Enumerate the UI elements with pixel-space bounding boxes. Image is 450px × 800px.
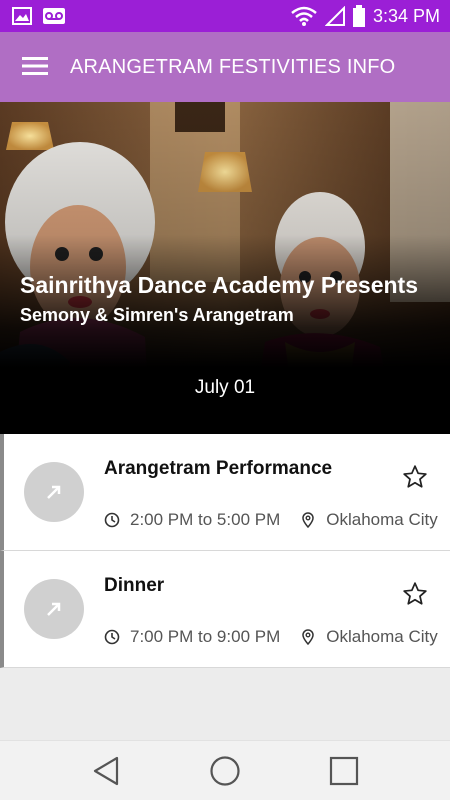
wifi-icon	[291, 6, 317, 26]
arrow-up-right-icon	[47, 602, 61, 616]
system-nav-bar	[0, 740, 450, 800]
app-bar: ARANGETRAM FESTIVITIES INFO	[0, 32, 450, 102]
event-name: Arangetram Performance	[104, 458, 333, 479]
event-time: 7:00 PM to 9:00 PM	[130, 627, 281, 646]
event-meta: 7:00 PM to 9:00 PM Oklahoma City	[104, 627, 438, 647]
recents-square-icon[interactable]	[328, 755, 360, 787]
arrow-up-right-icon	[47, 485, 61, 499]
event-meta: 2:00 PM to 5:00 PM Oklahoma City	[104, 510, 438, 530]
event-time: 2:00 PM to 5:00 PM	[130, 510, 281, 529]
event-circle	[24, 462, 84, 522]
hero-subtitle: Semony & Simren's Arangetram	[20, 305, 294, 325]
home-circle-icon[interactable]	[209, 755, 241, 787]
status-system: 3:34 PM	[291, 5, 440, 27]
image-icon	[12, 7, 32, 25]
hero-title: Sainrithya Dance Academy Presents	[20, 272, 418, 298]
event-list: Arangetram Performance 2:00 PM to 5:00 P…	[0, 434, 450, 668]
status-notifications	[12, 6, 66, 26]
back-triangle-icon[interactable]	[90, 755, 122, 787]
status-bar: 3:34 PM	[0, 0, 450, 32]
star-outline-icon[interactable]	[402, 581, 428, 607]
status-time: 3:34 PM	[372, 5, 440, 26]
event-card-dinner[interactable]: Dinner 7:00 PM to 9:00 PM Oklahoma City	[0, 551, 450, 668]
event-circle	[24, 579, 84, 639]
signal-icon	[324, 6, 345, 26]
page-title: ARANGETRAM FESTIVITIES INFO	[70, 56, 396, 78]
star-outline-icon[interactable]	[402, 464, 428, 490]
hamburger-menu-icon[interactable]	[22, 56, 48, 76]
location-pin-icon	[302, 512, 315, 528]
location-pin-icon	[302, 629, 315, 645]
event-name: Dinner	[104, 575, 165, 596]
event-card-arangetram-performance[interactable]: Arangetram Performance 2:00 PM to 5:00 P…	[0, 434, 450, 551]
event-date: July 01	[194, 377, 256, 398]
hero-banner: Sainrithya Dance Academy Presents Semony…	[0, 102, 450, 434]
event-location: Oklahoma City	[326, 510, 438, 529]
clock-icon	[104, 512, 120, 528]
voicemail-icon	[43, 8, 65, 24]
event-location: Oklahoma City	[326, 627, 438, 646]
battery-icon	[352, 5, 365, 27]
clock-icon	[104, 629, 120, 645]
